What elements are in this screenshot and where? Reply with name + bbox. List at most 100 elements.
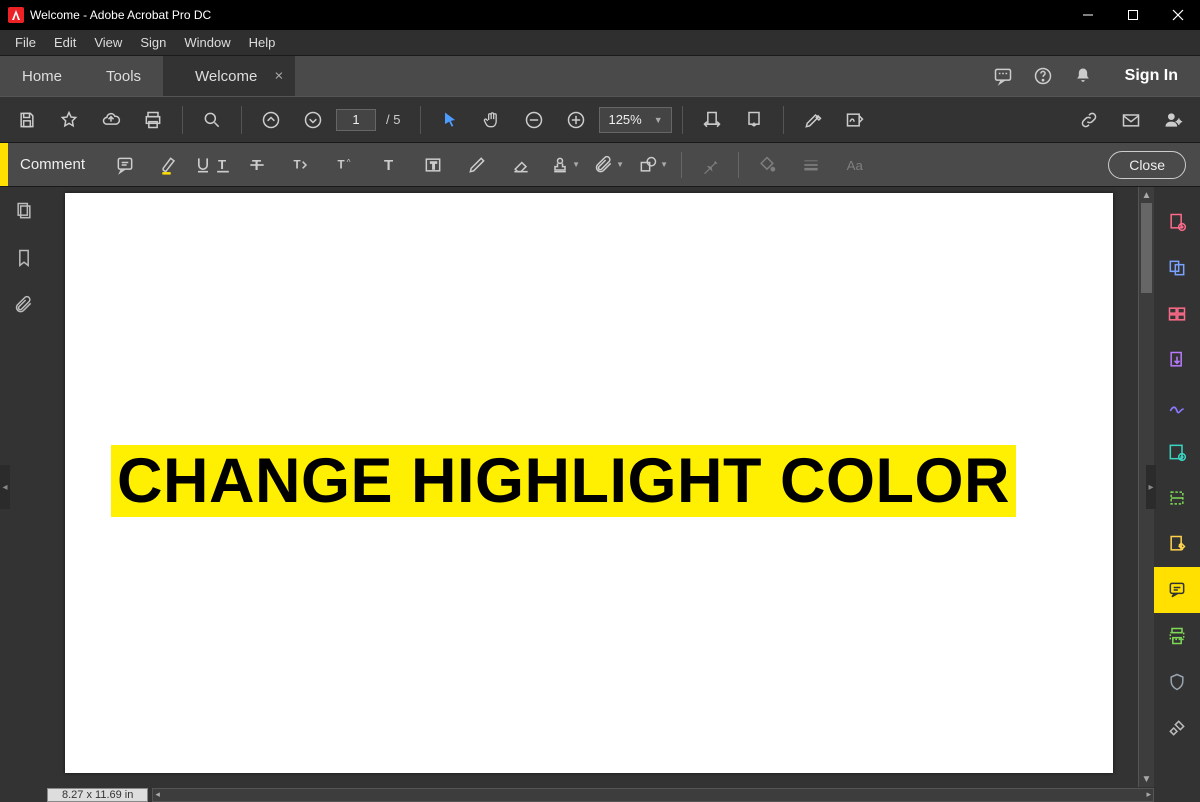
replace-text-icon[interactable]: T [279, 146, 323, 184]
caret-down-icon: ▼ [654, 115, 663, 125]
menu-help[interactable]: Help [240, 31, 285, 54]
bell-icon[interactable] [1063, 56, 1103, 96]
star-icon[interactable] [50, 101, 88, 139]
attachments-icon[interactable] [14, 295, 34, 320]
hand-tool-icon[interactable] [473, 101, 511, 139]
attach-icon[interactable]: ▼ [587, 146, 631, 184]
create-pdf-icon[interactable] [1154, 199, 1200, 245]
save-icon[interactable] [8, 101, 46, 139]
menu-view[interactable]: View [85, 31, 131, 54]
pin-icon[interactable] [688, 146, 732, 184]
comment-active-indicator [0, 143, 8, 186]
zoom-in-icon[interactable] [557, 101, 595, 139]
next-page-icon[interactable] [294, 101, 332, 139]
document-viewport: CHANGE HIGHLIGHT COLOR ▲ ▼ [47, 187, 1154, 787]
print-icon[interactable] [134, 101, 172, 139]
print-tool-icon[interactable] [1154, 613, 1200, 659]
close-comment-button[interactable]: Close [1108, 151, 1186, 179]
tab-document[interactable]: Welcome × [163, 56, 295, 96]
cloud-upload-icon[interactable] [92, 101, 130, 139]
sticky-note-icon[interactable] [103, 146, 147, 184]
minimize-button[interactable] [1065, 0, 1110, 30]
maximize-button[interactable] [1110, 0, 1155, 30]
text-comment-icon[interactable]: T [367, 146, 411, 184]
combine-icon[interactable] [1154, 245, 1200, 291]
scroll-down-icon[interactable]: ▼ [1139, 771, 1154, 787]
right-rail-collapse[interactable]: ▸ [1146, 465, 1156, 509]
text-props-icon[interactable]: Aa [833, 146, 877, 184]
email-icon[interactable] [1112, 101, 1150, 139]
right-rail: ▸ [1154, 187, 1200, 787]
svg-text:Aa: Aa [847, 158, 864, 173]
page-number-input[interactable] [336, 109, 376, 131]
comment-toolbar: Comment T T T T^ T T ▼ ▼ ▼ Aa Close [0, 143, 1200, 187]
more-tools-icon[interactable] [1154, 705, 1200, 751]
send-review-icon[interactable] [1154, 429, 1200, 475]
window-title: Welcome - Adobe Acrobat Pro DC [30, 8, 1065, 22]
find-icon[interactable] [193, 101, 231, 139]
fit-page-icon[interactable] [735, 101, 773, 139]
text-box-icon[interactable]: T [411, 146, 455, 184]
acrobat-app-icon [8, 7, 24, 23]
select-tool-icon[interactable] [431, 101, 469, 139]
zoom-out-icon[interactable] [515, 101, 553, 139]
scan-ocr-icon[interactable] [1154, 475, 1200, 521]
comment-tool-icon[interactable] [1154, 567, 1200, 613]
insert-text-icon[interactable]: T^ [323, 146, 367, 184]
sign-icon[interactable] [836, 101, 874, 139]
main-toolbar: / 5 125%▼ [0, 96, 1200, 143]
tab-tools[interactable]: Tools [84, 56, 163, 96]
scroll-thumb[interactable] [1141, 203, 1152, 293]
export-pdf-icon[interactable] [1154, 337, 1200, 383]
eraser-icon[interactable] [499, 146, 543, 184]
document-scroll[interactable]: CHANGE HIGHLIGHT COLOR [47, 187, 1138, 787]
menu-window[interactable]: Window [175, 31, 239, 54]
close-window-button[interactable] [1155, 0, 1200, 30]
menu-file[interactable]: File [6, 31, 45, 54]
svg-text:T: T [384, 157, 393, 174]
titlebar: Welcome - Adobe Acrobat Pro DC [0, 0, 1200, 30]
prev-page-icon[interactable] [252, 101, 290, 139]
sign-in-button[interactable]: Sign In [1103, 56, 1200, 96]
strikethrough-icon[interactable]: T [235, 146, 279, 184]
fill-color-icon[interactable] [745, 146, 789, 184]
pencil-icon[interactable] [455, 146, 499, 184]
fit-width-icon[interactable] [693, 101, 731, 139]
line-width-icon[interactable] [789, 146, 833, 184]
organize-icon[interactable] [1154, 291, 1200, 337]
left-rail-collapse[interactable]: ◂ [0, 465, 10, 509]
zoom-select[interactable]: 125%▼ [599, 107, 671, 133]
protect-icon[interactable] [1154, 659, 1200, 705]
help-icon[interactable] [1023, 56, 1063, 96]
chat-icon[interactable] [983, 56, 1023, 96]
svg-text:^: ^ [347, 157, 351, 167]
share-user-icon[interactable] [1154, 101, 1192, 139]
shapes-icon[interactable]: ▼ [631, 146, 675, 184]
tab-home[interactable]: Home [0, 56, 84, 96]
menubar: File Edit View Sign Window Help [0, 30, 1200, 56]
scroll-up-icon[interactable]: ▲ [1139, 187, 1154, 203]
horizontal-scrollbar[interactable]: ◂▸ [152, 788, 1154, 802]
link-icon[interactable] [1070, 101, 1108, 139]
status-bar: 8.27 x 11.69 in ◂▸ [0, 787, 1200, 802]
bookmarks-icon[interactable] [14, 248, 34, 273]
menu-sign[interactable]: Sign [131, 31, 175, 54]
page-dimensions: 8.27 x 11.69 in [47, 788, 148, 802]
edit-pdf-icon[interactable] [794, 101, 832, 139]
highlighted-text[interactable]: CHANGE HIGHLIGHT COLOR [111, 445, 1016, 517]
tab-document-label: Welcome [195, 68, 257, 85]
svg-text:T: T [218, 157, 226, 172]
stamp-icon[interactable]: ▼ [543, 146, 587, 184]
content-area: ◂ CHANGE HIGHLIGHT COLOR ▲ ▼ ▸ [0, 187, 1200, 787]
svg-text:T: T [431, 161, 437, 172]
thumbnails-icon[interactable] [14, 201, 34, 226]
tab-close-icon[interactable]: × [275, 68, 284, 85]
menu-edit[interactable]: Edit [45, 31, 85, 54]
underline-icon[interactable]: T [191, 146, 235, 184]
tab-row: Home Tools Welcome × Sign In [0, 56, 1200, 96]
page: CHANGE HIGHLIGHT COLOR [65, 193, 1113, 773]
svg-text:T: T [294, 158, 301, 171]
fill-sign-icon[interactable] [1154, 383, 1200, 429]
highlight-icon[interactable] [147, 146, 191, 184]
edit-pdf-tool-icon[interactable] [1154, 521, 1200, 567]
